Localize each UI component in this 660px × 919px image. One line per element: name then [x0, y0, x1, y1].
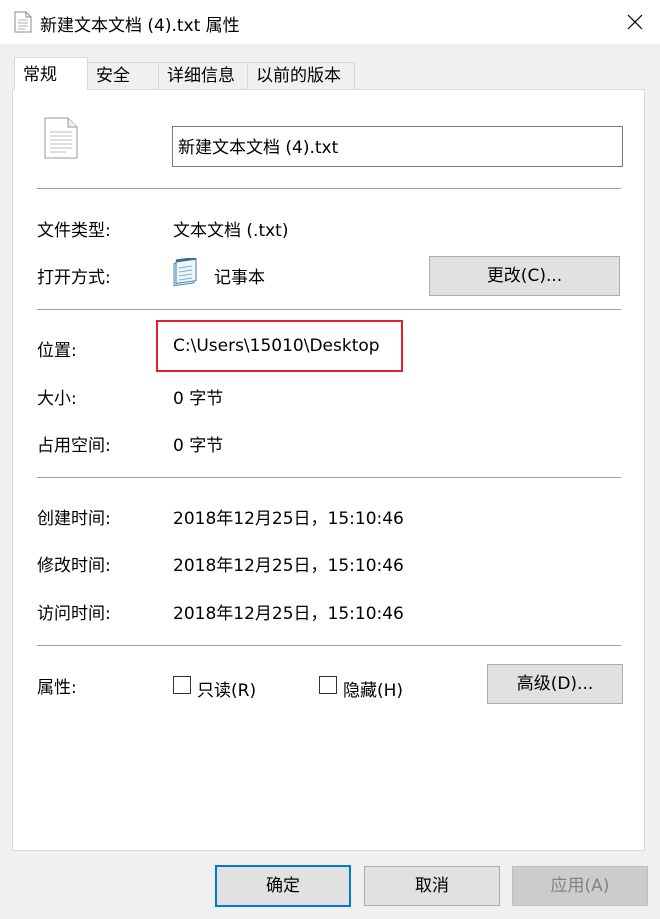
- tab-general[interactable]: 常规: [14, 57, 88, 90]
- cancel-button-label: 取消: [415, 876, 449, 896]
- size-value: 0 字节: [173, 389, 224, 409]
- open-with-label: 打开方式:: [37, 268, 111, 288]
- tab-label: 常规: [23, 65, 57, 85]
- tab-previous-versions[interactable]: 以前的版本: [247, 62, 355, 89]
- filename-input[interactable]: 新建文本文档 (4).txt: [172, 126, 623, 167]
- ok-button-label: 确定: [266, 876, 300, 896]
- document-icon: [44, 117, 78, 164]
- divider: [37, 477, 621, 478]
- tab-security[interactable]: 安全: [87, 62, 159, 89]
- hidden-checkbox[interactable]: [319, 676, 337, 694]
- tab-label: 以前的版本: [256, 66, 341, 86]
- notepad-icon: [172, 256, 200, 293]
- apply-button[interactable]: 应用(A): [512, 866, 648, 906]
- hidden-label[interactable]: 隐藏(H): [343, 676, 403, 701]
- text-file-icon: [14, 11, 32, 33]
- tab-label: 详细信息: [167, 66, 235, 86]
- modified-value: 2018年12月25日，15:10:46: [173, 556, 404, 576]
- advanced-button[interactable]: 高级(D)...: [487, 664, 623, 704]
- file-type-value: 文本文档 (.txt): [173, 221, 289, 241]
- tab-panel-general: [12, 89, 645, 851]
- close-icon: [627, 14, 643, 30]
- created-label: 创建时间:: [37, 509, 111, 529]
- open-with-app: 记事本: [214, 268, 265, 288]
- accessed-value: 2018年12月25日，15:10:46: [173, 604, 404, 624]
- created-value: 2018年12月25日，15:10:46: [173, 509, 404, 529]
- readonly-checkbox[interactable]: [173, 676, 191, 694]
- apply-button-label: 应用(A): [550, 876, 610, 896]
- ok-button[interactable]: 确定: [215, 865, 351, 907]
- readonly-label[interactable]: 只读(R): [197, 676, 256, 701]
- tab-label: 安全: [96, 66, 130, 86]
- size-on-disk-value: 0 字节: [173, 436, 224, 456]
- close-button[interactable]: [612, 0, 658, 44]
- window-title: 新建文本文档 (4).txt 属性: [40, 16, 240, 36]
- location-label: 位置:: [37, 341, 77, 361]
- change-button-label: 更改(C)...: [486, 266, 563, 286]
- tab-details[interactable]: 详细信息: [158, 62, 248, 89]
- location-highlight-box: [156, 320, 403, 372]
- accessed-label: 访问时间:: [37, 604, 111, 624]
- size-label: 大小:: [37, 389, 77, 409]
- file-type-label: 文件类型:: [37, 221, 111, 241]
- modified-label: 修改时间:: [37, 556, 111, 576]
- divider: [37, 309, 621, 310]
- advanced-button-label: 高级(D)...: [516, 674, 594, 694]
- divider: [37, 645, 621, 646]
- cancel-button[interactable]: 取消: [364, 866, 500, 906]
- attributes-label: 属性:: [37, 678, 77, 698]
- change-button[interactable]: 更改(C)...: [429, 256, 620, 296]
- size-on-disk-label: 占用空间:: [37, 436, 111, 456]
- title-bar: 新建文本文档 (4).txt 属性: [0, 0, 660, 44]
- filename-text: 新建文本文档 (4).txt: [178, 138, 339, 158]
- divider: [37, 188, 621, 189]
